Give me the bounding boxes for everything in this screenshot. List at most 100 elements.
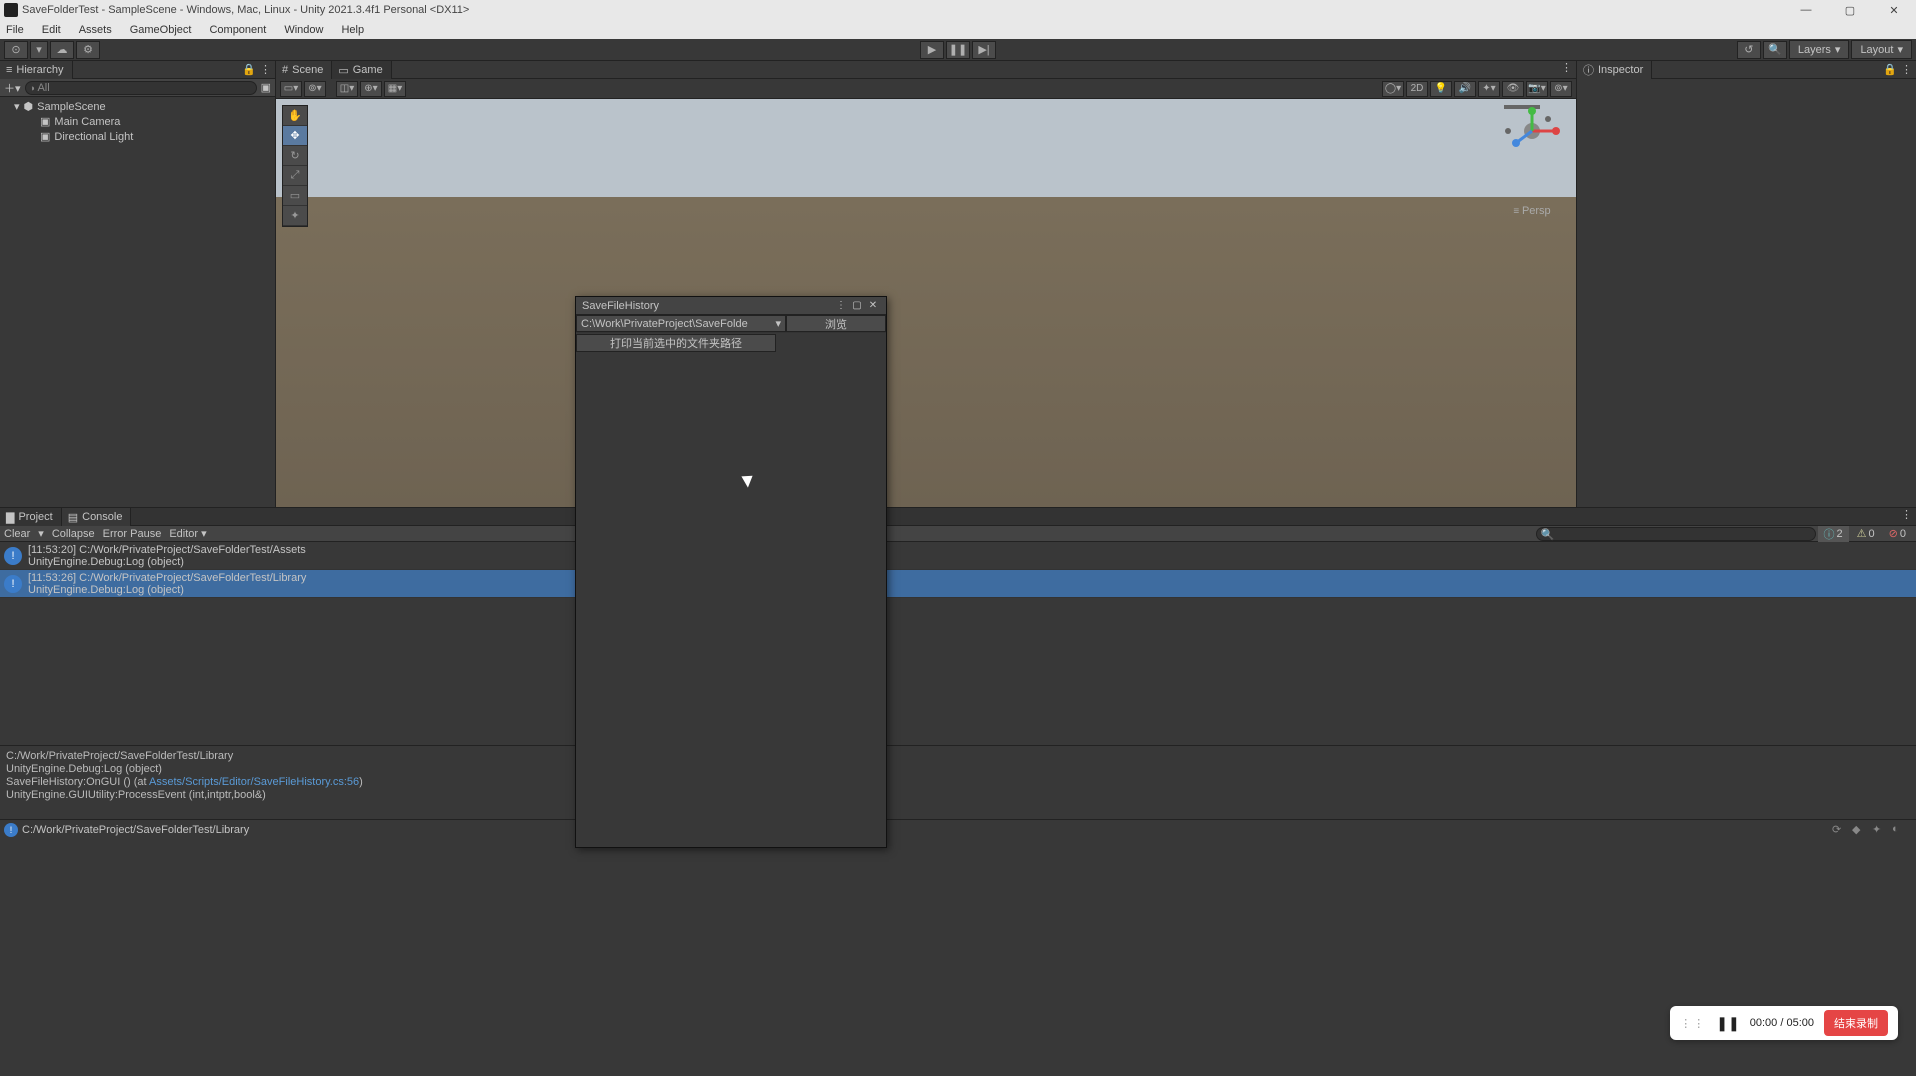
stop-recording-button[interactable]: 结束录制	[1824, 1010, 1888, 1036]
audio-toggle[interactable]: 🔊	[1454, 81, 1476, 97]
hierarchy-tab[interactable]: ≡ Hierarchy	[0, 61, 73, 79]
float-maximize-icon[interactable]: ▢	[850, 299, 864, 313]
clear-dd[interactable]: ▾	[38, 527, 44, 540]
pivot-mode-button[interactable]: ◫▾	[336, 81, 358, 97]
transform-tool[interactable]: ✦	[283, 206, 307, 226]
lighting-toggle[interactable]: 💡	[1430, 81, 1452, 97]
panel-lock-icon[interactable]: 🔒	[1883, 63, 1897, 76]
print-path-button[interactable]: 打印当前选中的文件夹路径	[576, 334, 776, 352]
account-dd-button[interactable]: ▾	[30, 41, 48, 59]
editor-dropdown[interactable]: Editor ▾	[169, 527, 206, 540]
scene-area: # Scene ▭ Game ⋮ ▭▾ ⊚▾ ◫▾ ⊕▾ ▦▾ ◯▾ 2D 💡 …	[276, 61, 1576, 507]
rotate-tool[interactable]: ↻	[283, 146, 307, 166]
menu-help[interactable]: Help	[341, 24, 364, 36]
inspector-tab[interactable]: ⓘ Inspector	[1577, 61, 1652, 79]
error-badge[interactable]: ⊘0	[1883, 527, 1912, 540]
step-button[interactable]: ▶|	[972, 41, 996, 59]
pivot-rotation-button[interactable]: ⊕▾	[360, 81, 382, 97]
detail-line: C:/Work/PrivateProject/SaveFolderTest/Li…	[6, 750, 1910, 763]
collapse-toggle[interactable]: Collapse	[52, 528, 95, 540]
move-tool[interactable]: ✥	[283, 126, 307, 146]
hierarchy-item-camera[interactable]: ▣ Main Camera	[0, 114, 275, 129]
console-panel: ▇ Project ▤ Console ⋮ Clear ▾ Collapse E…	[0, 507, 1916, 819]
source-link[interactable]: Assets/Scripts/Editor/SaveFileHistory.cs…	[149, 776, 359, 788]
panel-menu-icon[interactable]: ⋮	[1901, 508, 1912, 525]
create-dropdown[interactable]: ＋▾	[4, 80, 21, 96]
global-illumination-icon[interactable]: ✦	[1872, 823, 1886, 837]
play-button[interactable]: ▶	[920, 41, 944, 59]
panel-menu-icon[interactable]: ⋮	[1901, 63, 1912, 76]
window-titlebar: SaveFolderTest - SampleScene - Windows, …	[0, 0, 1916, 20]
shading-button[interactable]: ⊚▾	[304, 81, 326, 97]
project-tab-label: Project	[18, 511, 52, 523]
panel-lock-icon[interactable]: 🔒	[242, 63, 256, 76]
minimize-button[interactable]: —	[1784, 0, 1828, 20]
menu-gameobject[interactable]: GameObject	[130, 24, 192, 36]
console-entry[interactable]: ! [11:53:20] C:/Work/PrivateProject/Save…	[0, 542, 1916, 570]
hierarchy-item-light[interactable]: ▣ Directional Light	[0, 129, 275, 144]
menu-edit[interactable]: Edit	[42, 24, 61, 36]
warn-badge[interactable]: ⚠0	[1851, 527, 1881, 540]
progress-icon[interactable]: ◐	[1892, 823, 1906, 837]
menu-window[interactable]: Window	[284, 24, 323, 36]
light-icon: ▣	[40, 130, 50, 143]
screen-recorder[interactable]: ⋮⋮ ❚❚ 00:00 / 05:00 结束录制	[1670, 1006, 1898, 1040]
hierarchy-item-label: Directional Light	[54, 131, 133, 143]
gizmo-size-button[interactable]: ◯▾	[1382, 81, 1404, 97]
console-search-input[interactable]: 🔍	[1536, 527, 1816, 541]
orientation-gizmo[interactable]: ≡ Persp	[1496, 107, 1568, 217]
path-dropdown[interactable]: C:\Work\PrivateProject\SaveFolde▾	[576, 315, 786, 332]
settings-gear-button[interactable]: ⚙	[76, 41, 100, 59]
scene-viewport[interactable]: ✋ ✥ ↻ ⤢ ▭ ✦ ≡	[276, 99, 1576, 507]
scene-template-icon[interactable]: ▣	[261, 81, 271, 94]
pause-recording-button[interactable]: ❚❚	[1716, 1015, 1739, 1032]
close-button[interactable]: ✕	[1872, 0, 1916, 20]
game-tab[interactable]: ▭ Game	[332, 61, 391, 79]
undo-history-button[interactable]: ↺	[1737, 41, 1761, 59]
hierarchy-item-label: Main Camera	[54, 116, 120, 128]
fx-toggle[interactable]: ✦▾	[1478, 81, 1500, 97]
folder-icon: ▇	[6, 511, 14, 524]
pause-button[interactable]: ❚❚	[946, 41, 970, 59]
scale-tool[interactable]: ⤢	[283, 166, 307, 186]
menu-component[interactable]: Component	[209, 24, 266, 36]
menu-file[interactable]: File	[6, 24, 24, 36]
account-button[interactable]: ⊙	[4, 41, 28, 59]
grid-snap-button[interactable]: ▦▾	[384, 81, 406, 97]
cache-server-icon[interactable]: ◆	[1852, 823, 1866, 837]
hierarchy-panel: ≡ Hierarchy 🔒 ⋮ ＋▾ ◑ All ▣ ▾ ⬢ SampleSce…	[0, 61, 276, 507]
hierarchy-search-input[interactable]: ◑ All	[25, 81, 257, 95]
drag-handle-icon[interactable]: ⋮⋮	[1680, 1017, 1706, 1030]
2d-toggle[interactable]: 2D	[1406, 81, 1428, 97]
panel-menu-icon[interactable]: ⋮	[260, 63, 271, 76]
project-tab[interactable]: ▇ Project	[0, 508, 62, 526]
savefilehistory-window[interactable]: SaveFileHistory ⋮ ▢ ✕ C:\Work\PrivatePro…	[575, 296, 887, 848]
error-pause-toggle[interactable]: Error Pause	[103, 528, 162, 540]
menu-assets[interactable]: Assets	[79, 24, 112, 36]
hierarchy-scene-root[interactable]: ▾ ⬢ SampleScene	[0, 99, 275, 114]
rect-tool[interactable]: ▭	[283, 186, 307, 206]
layout-dropdown[interactable]: Layout▾	[1851, 40, 1912, 59]
info-badge[interactable]: ⓘ2	[1818, 526, 1849, 542]
persp-label[interactable]: ≡ Persp	[1496, 205, 1568, 217]
draw-mode-button[interactable]: ▭▾	[280, 81, 302, 97]
tab-menu-icon[interactable]: ⋮	[1561, 61, 1572, 78]
camera-button[interactable]: 📷▾	[1526, 81, 1548, 97]
console-tab[interactable]: ▤ Console	[62, 508, 132, 526]
inspector-tab-label: Inspector	[1598, 64, 1643, 76]
hidden-toggle[interactable]: 👁	[1502, 81, 1524, 97]
cloud-button[interactable]: ☁	[50, 41, 74, 59]
browse-button[interactable]: 浏览	[786, 315, 886, 332]
expand-arrow-icon[interactable]: ▾	[14, 100, 20, 113]
float-close-icon[interactable]: ✕	[866, 299, 880, 313]
auto-refresh-icon[interactable]: ⟳	[1832, 823, 1846, 837]
clear-button[interactable]: Clear	[4, 528, 30, 540]
gizmos-dropdown[interactable]: ⊚▾	[1550, 81, 1572, 97]
layers-dropdown[interactable]: Layers▾	[1789, 40, 1850, 59]
scene-tab[interactable]: # Scene	[276, 61, 332, 79]
console-entry[interactable]: ! [11:53:26] C:/Work/PrivateProject/Save…	[0, 570, 1916, 598]
float-menu-icon[interactable]: ⋮	[834, 299, 848, 313]
maximize-button[interactable]: ▢	[1828, 0, 1872, 20]
search-button[interactable]: 🔍	[1763, 41, 1787, 59]
hand-tool[interactable]: ✋	[283, 106, 307, 126]
